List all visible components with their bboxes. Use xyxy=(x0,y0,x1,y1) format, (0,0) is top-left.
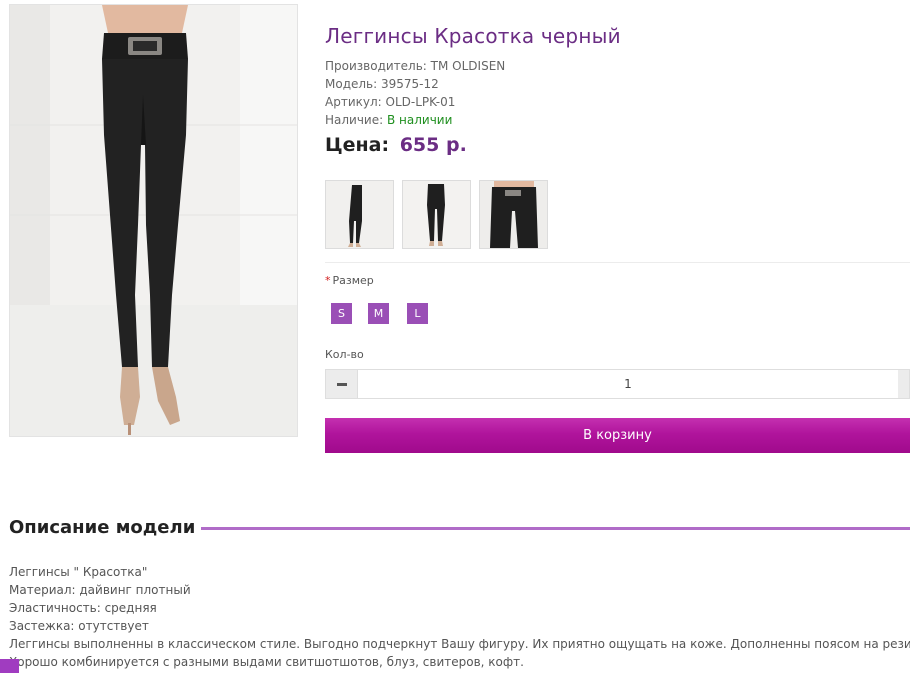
availability-row: Наличие: В наличии xyxy=(325,111,505,129)
product-main-image[interactable] xyxy=(9,4,298,437)
size-button-m[interactable]: M xyxy=(368,303,389,324)
description-line: Застежка: отутствует xyxy=(9,619,149,633)
description-line: Хорошо комбинируется с разными выдами св… xyxy=(9,655,524,669)
availability-value: В наличии xyxy=(387,113,453,127)
section-divider xyxy=(325,262,910,263)
model-row: Модель: 39575-12 xyxy=(325,75,505,93)
model-value: 39575-12 xyxy=(381,77,439,91)
quantity-label: Кол-во xyxy=(325,348,364,361)
product-meta: Производитель: TM OLDISEN Модель: 39575-… xyxy=(325,57,505,129)
product-price: Цена: 655 р. xyxy=(325,134,467,156)
quantity-input[interactable] xyxy=(357,369,899,399)
sku-value: OLD-LPK-01 xyxy=(385,95,456,109)
minus-icon xyxy=(336,382,347,386)
model-label: Модель: xyxy=(325,77,378,91)
size-option-label: * Размер xyxy=(325,274,374,287)
description-line: Эластичность: средняя xyxy=(9,601,157,615)
manufacturer-row: Производитель: TM OLDISEN xyxy=(325,57,505,75)
description-line: Леггинсы выполненны в классическом стиле… xyxy=(9,637,910,651)
description-line: Материал: дайвинг плотный xyxy=(9,583,191,597)
description-heading-rule xyxy=(175,527,910,530)
manufacturer-value: TM OLDISEN xyxy=(430,59,506,73)
quantity-increase-button[interactable] xyxy=(898,369,910,399)
manufacturer-label: Производитель: xyxy=(325,59,427,73)
thumbnail-3[interactable] xyxy=(479,180,548,249)
thumbnail-1[interactable] xyxy=(325,180,394,249)
price-value: 655 р. xyxy=(399,134,467,156)
required-mark: * xyxy=(325,274,331,287)
quantity-decrease-button[interactable] xyxy=(325,369,357,399)
scroll-to-top-tab[interactable] xyxy=(0,659,19,673)
sku-label: Артикул: xyxy=(325,95,382,109)
sku-row: Артикул: OLD-LPK-01 xyxy=(325,93,505,111)
availability-label: Наличие: xyxy=(325,113,384,127)
leggings-thumbnail-front-closeup xyxy=(480,181,547,248)
description-heading: Описание модели xyxy=(9,517,202,538)
product-title: Леггинсы Красотка черный xyxy=(325,24,621,48)
leggings-thumbnail-back xyxy=(403,181,470,248)
price-label: Цена: xyxy=(325,134,390,156)
size-button-l[interactable]: L xyxy=(407,303,428,324)
thumbnail-2[interactable] xyxy=(402,180,471,249)
leggings-thumbnail-side xyxy=(326,181,393,248)
leggings-photo xyxy=(10,5,297,436)
add-to-cart-button[interactable]: В корзину xyxy=(325,418,910,453)
size-button-s[interactable]: S xyxy=(331,303,352,324)
description-line: Леггинсы " Красотка" xyxy=(9,565,148,579)
description-text: Леггинсы " Красотка" Материал: дайвинг п… xyxy=(9,563,910,671)
size-label-text: Размер xyxy=(332,274,374,287)
